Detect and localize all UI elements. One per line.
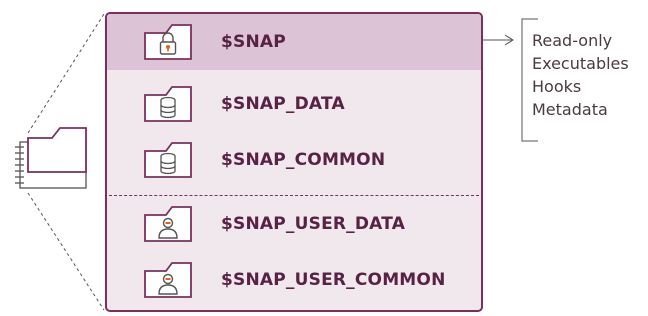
snap-notes: Read-only Executables Hooks Metadata xyxy=(532,29,629,121)
note-hooks: Hooks xyxy=(532,77,582,96)
row-snap-common: $SNAP_COMMON xyxy=(107,132,481,188)
row-snap: $SNAP xyxy=(107,14,481,70)
row-snap-common-label: $SNAP_COMMON xyxy=(221,150,386,170)
row-snap-user-common: $SNAP_USER_COMMON xyxy=(107,252,481,308)
row-snap-label: $SNAP xyxy=(221,32,286,52)
user-folder-icon xyxy=(144,262,192,302)
note-read-only: Read-only xyxy=(532,31,613,50)
database-folder-icon xyxy=(144,86,192,126)
snap-package-icon xyxy=(15,127,87,189)
note-metadata: Metadata xyxy=(532,100,608,119)
zoom-line-top xyxy=(27,13,105,134)
row-snap-data: $SNAP_DATA xyxy=(107,76,481,132)
dashed-divider xyxy=(109,195,479,196)
row-snap-user-data-label: $SNAP_USER_DATA xyxy=(221,214,406,234)
note-executables: Executables xyxy=(532,54,629,73)
lock-folder-icon xyxy=(144,24,192,64)
row-snap-user-data: $SNAP_USER_DATA xyxy=(107,196,481,252)
zoom-line-bottom xyxy=(27,192,105,311)
row-snap-user-common-label: $SNAP_USER_COMMON xyxy=(221,270,446,290)
snap-directories-panel: $SNAP $SNAP_DATA $SNAP_COMMON $SNAP_USER_DA… xyxy=(105,12,483,312)
row-snap-data-label: $SNAP_DATA xyxy=(221,94,345,114)
user-folder-icon xyxy=(144,206,192,246)
database-folder-icon xyxy=(144,142,192,182)
